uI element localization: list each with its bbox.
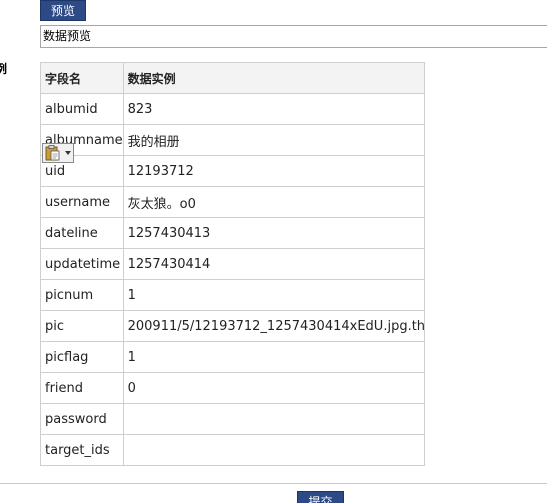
- row-value: 1257430414: [122, 248, 425, 280]
- data-preview-table: 字段名 数据实例 albumid 823 albumname 我的相册 uid …: [40, 62, 425, 466]
- column-header-value: 数据实例: [122, 62, 425, 94]
- table-row: friend 0: [40, 372, 425, 404]
- table-row: picnum 1: [40, 279, 425, 311]
- row-value: 1: [122, 341, 425, 373]
- row-value-text: 1: [127, 287, 136, 303]
- row-value-text: 823: [127, 101, 153, 117]
- row-value: 200911/5/12193712_1257430414xEdU.jpg.th: [122, 310, 425, 342]
- row-value: 0: [122, 372, 425, 404]
- paste-options-button[interactable]: [42, 143, 74, 163]
- row-field: target_ids: [40, 434, 124, 466]
- row-value: 823: [122, 93, 425, 125]
- row-field: username: [40, 186, 124, 218]
- title-field[interactable]: 数据预览: [40, 25, 547, 48]
- table-row: dateline 1257430413: [40, 217, 425, 249]
- row-value: 灰太狼。o0: [122, 186, 425, 218]
- page: 预览 数据预览 例 字段名 数据实例 albumid 823 albumname…: [0, 0, 547, 503]
- row-value: 1: [122, 279, 425, 311]
- row-value-text: 我的相册: [127, 134, 180, 150]
- row-field: friend: [40, 372, 124, 404]
- row-field: picflag: [40, 341, 124, 373]
- table-row: albumid 823: [40, 93, 425, 125]
- row-value-text: 1257430413: [127, 225, 211, 241]
- row-field: dateline: [40, 217, 124, 249]
- table-row: pic 200911/5/12193712_1257430414xEdU.jpg…: [40, 310, 425, 342]
- row-value-text: 1257430414: [127, 256, 211, 272]
- table-row: uid 12193712: [40, 155, 425, 187]
- row-value: 12193712: [122, 155, 425, 187]
- row-value: [122, 403, 425, 435]
- row-field: albumid: [40, 93, 124, 125]
- clipboard-paste-icon: [45, 145, 60, 161]
- table-row: albumname 我的相册: [40, 124, 425, 156]
- row-value-text: 200911/5/12193712_1257430414xEdU.jpg.th: [127, 318, 424, 334]
- row-field: password: [40, 403, 124, 435]
- row-field: picnum: [40, 279, 124, 311]
- row-value-text: 0: [127, 380, 136, 396]
- row-value-text: 12193712: [127, 163, 194, 179]
- table-row: picflag 1: [40, 341, 425, 373]
- row-value: 我的相册: [122, 124, 425, 156]
- column-header-field: 字段名: [40, 62, 124, 94]
- table-row: username 灰太狼。o0: [40, 186, 425, 218]
- row-field: pic: [40, 310, 124, 342]
- row-value: 1257430413: [122, 217, 425, 249]
- row-value: [122, 434, 425, 466]
- preview-button[interactable]: 预览: [40, 0, 86, 21]
- row-value-text: 灰太狼。o0: [127, 196, 196, 212]
- side-label: 例: [0, 62, 8, 76]
- footer-divider: [0, 483, 547, 484]
- table-row: updatetime 1257430414: [40, 248, 425, 280]
- row-field: updatetime: [40, 248, 124, 280]
- submit-button[interactable]: 提交: [297, 491, 344, 503]
- table-row: target_ids: [40, 434, 425, 466]
- table-row: password: [40, 403, 425, 435]
- table-header-row: 字段名 数据实例: [40, 62, 425, 94]
- chevron-down-icon: [65, 151, 71, 155]
- row-value-text: 1: [127, 349, 136, 365]
